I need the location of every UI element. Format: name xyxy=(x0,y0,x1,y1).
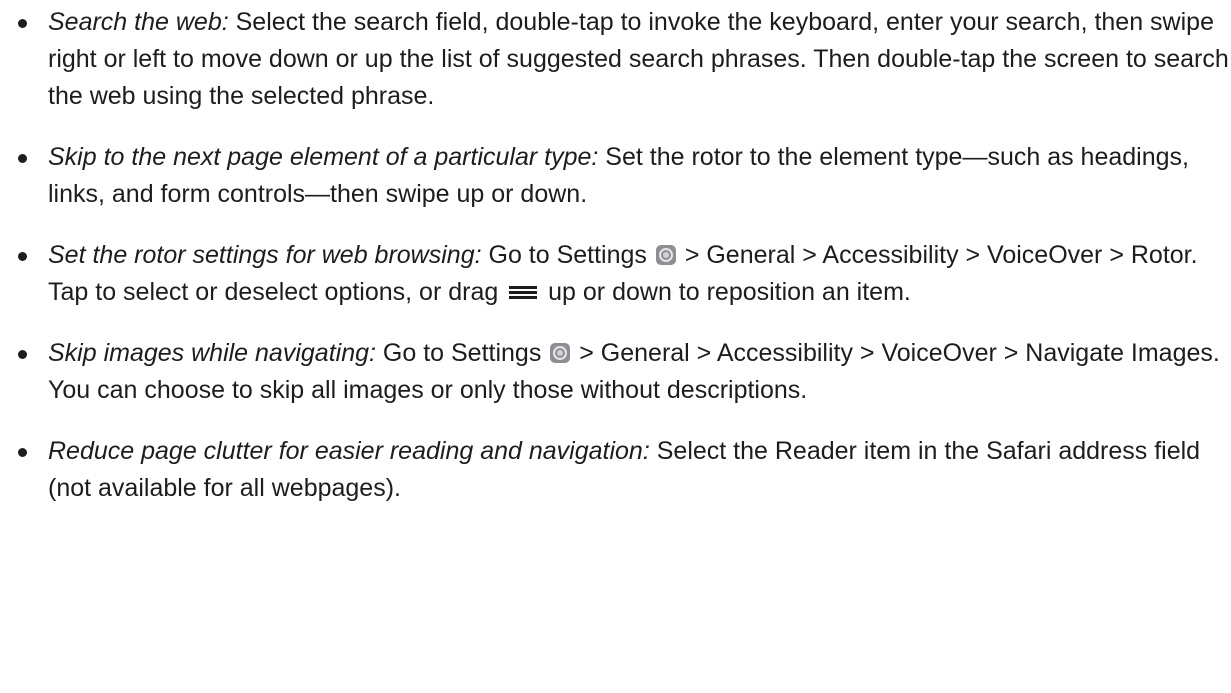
voiceover-web-tips-list: Search the web: Select the search field,… xyxy=(0,0,1231,507)
item-text: up or down to reposition an item. xyxy=(541,278,911,306)
reorder-handle-icon xyxy=(509,286,538,300)
item-lead: Search the web: xyxy=(48,8,229,36)
item-lead: Skip images while navigating: xyxy=(48,339,376,367)
settings-gear-icon xyxy=(655,245,676,265)
bullet-icon xyxy=(18,154,27,163)
bullet-icon xyxy=(18,350,27,359)
item-lead: Set the rotor settings for web browsing: xyxy=(48,241,482,269)
item-lead: Reduce page clutter for easier reading a… xyxy=(48,437,650,465)
bullet-icon xyxy=(18,252,27,261)
list-item-rotor-settings: Set the rotor settings for web browsing:… xyxy=(0,237,1231,311)
list-item-reduce-clutter: Reduce page clutter for easier reading a… xyxy=(0,433,1231,507)
item-text: Go to Settings xyxy=(481,241,654,269)
bullet-icon xyxy=(18,448,27,457)
settings-gear-icon xyxy=(550,343,571,363)
list-item-skip-images: Skip images while navigating: Go to Sett… xyxy=(0,335,1231,409)
item-lead: Skip to the next page element of a parti… xyxy=(48,143,599,171)
list-item-skip-element: Skip to the next page element of a parti… xyxy=(0,139,1231,213)
bullet-icon xyxy=(18,19,27,28)
item-text: Go to Settings xyxy=(375,339,549,367)
list-item-search-web: Search the web: Select the search field,… xyxy=(0,0,1231,115)
